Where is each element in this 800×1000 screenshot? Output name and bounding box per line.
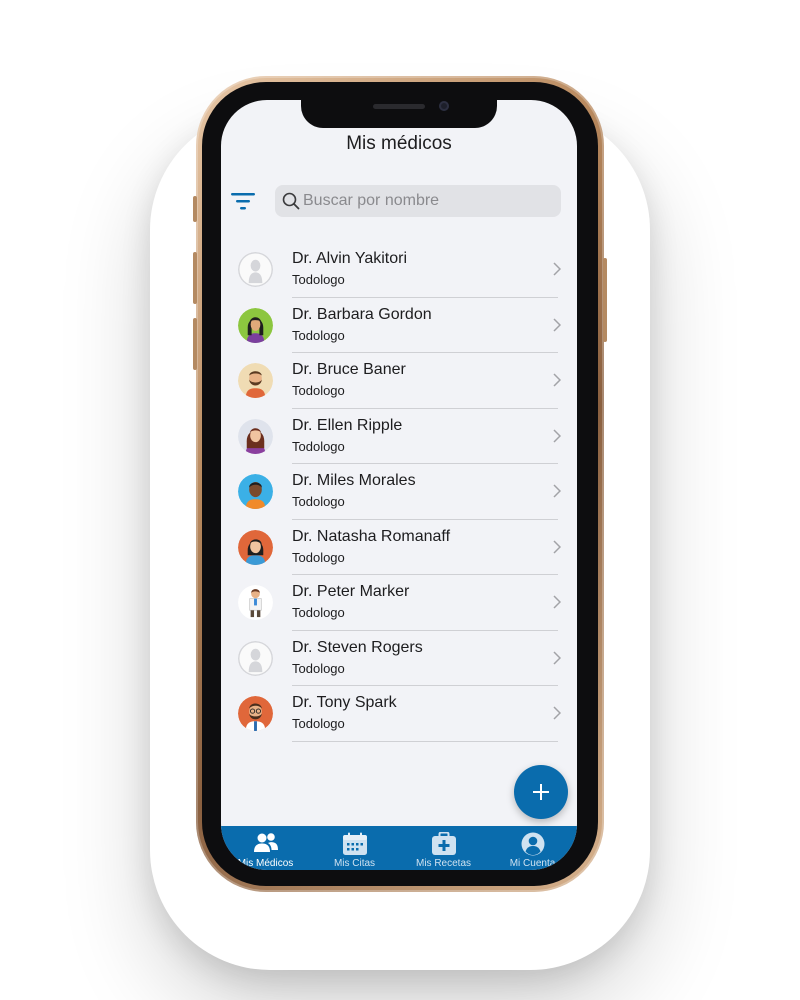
doctor-row[interactable]: Dr. Miles Morales Todologo	[221, 464, 577, 520]
tab-mis-recetas[interactable]: Mis Recetas	[399, 826, 488, 870]
volume-up-button	[193, 252, 197, 304]
doctor-name: Dr. Tony Spark	[292, 694, 397, 711]
page-title: Mis médicos	[346, 133, 452, 154]
filter-icon[interactable]	[231, 191, 255, 211]
add-doctor-button[interactable]	[514, 765, 568, 819]
chevron-right-icon	[553, 428, 561, 443]
avatar-woman-green-icon	[238, 307, 273, 343]
side-button	[193, 196, 197, 222]
doctor-specialty: Todologo	[292, 716, 345, 731]
tab-label: Mi Cuenta	[509, 858, 556, 869]
plus-icon	[533, 784, 549, 800]
doctor-row[interactable]: Dr. Steven Rogers Todologo	[221, 631, 577, 686]
doctor-specialty: Todologo	[292, 327, 345, 343]
power-button	[603, 258, 607, 342]
tab-mis-medicos[interactable]: Mis Médicos	[221, 826, 310, 870]
doctor-row[interactable]: Dr. Peter Marker Todologo	[221, 575, 577, 631]
tab-label: Mis Citas	[333, 858, 376, 869]
search-icon	[282, 192, 300, 210]
avatar-doctor-figure-icon	[238, 585, 273, 620]
tab-mi-cuenta[interactable]: Mi Cuenta	[488, 826, 577, 870]
doctor-name: Dr. Peter Marker	[292, 583, 410, 600]
doctor-row[interactable]: Dr. Natasha Romanaff Todologo	[221, 520, 577, 575]
avatar-placeholder-icon	[238, 640, 273, 676]
doctor-specialty: Todologo	[292, 494, 345, 509]
doctor-row[interactable]: Dr. Barbara Gordon Todologo	[221, 298, 577, 353]
avatar-man-glasses-icon	[238, 696, 273, 731]
calendar-icon	[343, 832, 367, 855]
bottom-tab-bar: Mis Médicos Mis Citas Mis Recetas Mi Cue…	[221, 826, 577, 870]
avatar-man-beard-icon	[238, 363, 273, 398]
prescription-icon	[432, 832, 456, 855]
doctor-name: Dr. Bruce Baner	[292, 361, 406, 378]
volume-down-button	[193, 318, 197, 370]
front-camera	[439, 101, 449, 111]
notch	[301, 100, 497, 128]
avatar-woman-orange-icon	[238, 529, 273, 565]
doctor-row[interactable]: Dr. Tony Spark Todologo	[221, 686, 577, 742]
doctor-specialty: Todologo	[292, 383, 345, 398]
avatar-woman-brown-icon	[238, 418, 273, 454]
app-screen: Mis médicos Dr. Alvin Yakitori Todologo	[221, 100, 577, 870]
chevron-right-icon	[553, 539, 561, 554]
doctor-name: Dr. Natasha Romanaff	[292, 527, 451, 545]
avatar-man-blue-icon	[238, 474, 273, 509]
doctor-name: Dr. Steven Rogers	[292, 638, 423, 656]
chevron-right-icon	[553, 595, 561, 609]
chevron-right-icon	[553, 317, 561, 332]
doctor-specialty: Todologo	[292, 660, 345, 676]
search-bar	[275, 185, 561, 217]
chevron-right-icon	[553, 484, 561, 498]
doctor-name: Dr. Miles Morales	[292, 472, 416, 489]
chevron-right-icon	[553, 373, 561, 387]
doctor-specialty: Todologo	[292, 605, 345, 620]
doctor-row[interactable]: Dr. Alvin Yakitori Todologo	[221, 242, 577, 298]
tab-label: Mis Médicos	[237, 858, 294, 869]
speaker	[373, 104, 425, 109]
doctor-specialty: Todologo	[292, 272, 345, 287]
doctor-specialty: Todologo	[292, 549, 345, 565]
account-icon	[521, 832, 545, 856]
row-divider	[292, 740, 558, 742]
doctor-row[interactable]: Dr. Ellen Ripple Todologo	[221, 409, 577, 464]
avatar-placeholder-icon	[238, 252, 273, 287]
doctor-list: Dr. Alvin Yakitori Todologo Dr. Barbara …	[221, 242, 577, 742]
chevron-right-icon	[553, 650, 561, 665]
doctors-icon	[254, 833, 278, 852]
doctor-specialty: Todologo	[292, 438, 345, 454]
tab-mis-citas[interactable]: Mis Citas	[310, 826, 399, 870]
chevron-right-icon	[553, 262, 561, 276]
search-input[interactable]	[303, 185, 553, 217]
tab-label: Mis Recetas	[415, 858, 471, 869]
doctor-name: Dr. Alvin Yakitori	[292, 250, 408, 267]
doctor-name: Dr. Ellen Ripple	[292, 416, 403, 434]
doctor-row[interactable]: Dr. Bruce Baner Todologo	[221, 353, 577, 409]
doctor-name: Dr. Barbara Gordon	[292, 305, 432, 323]
chevron-right-icon	[553, 706, 561, 720]
